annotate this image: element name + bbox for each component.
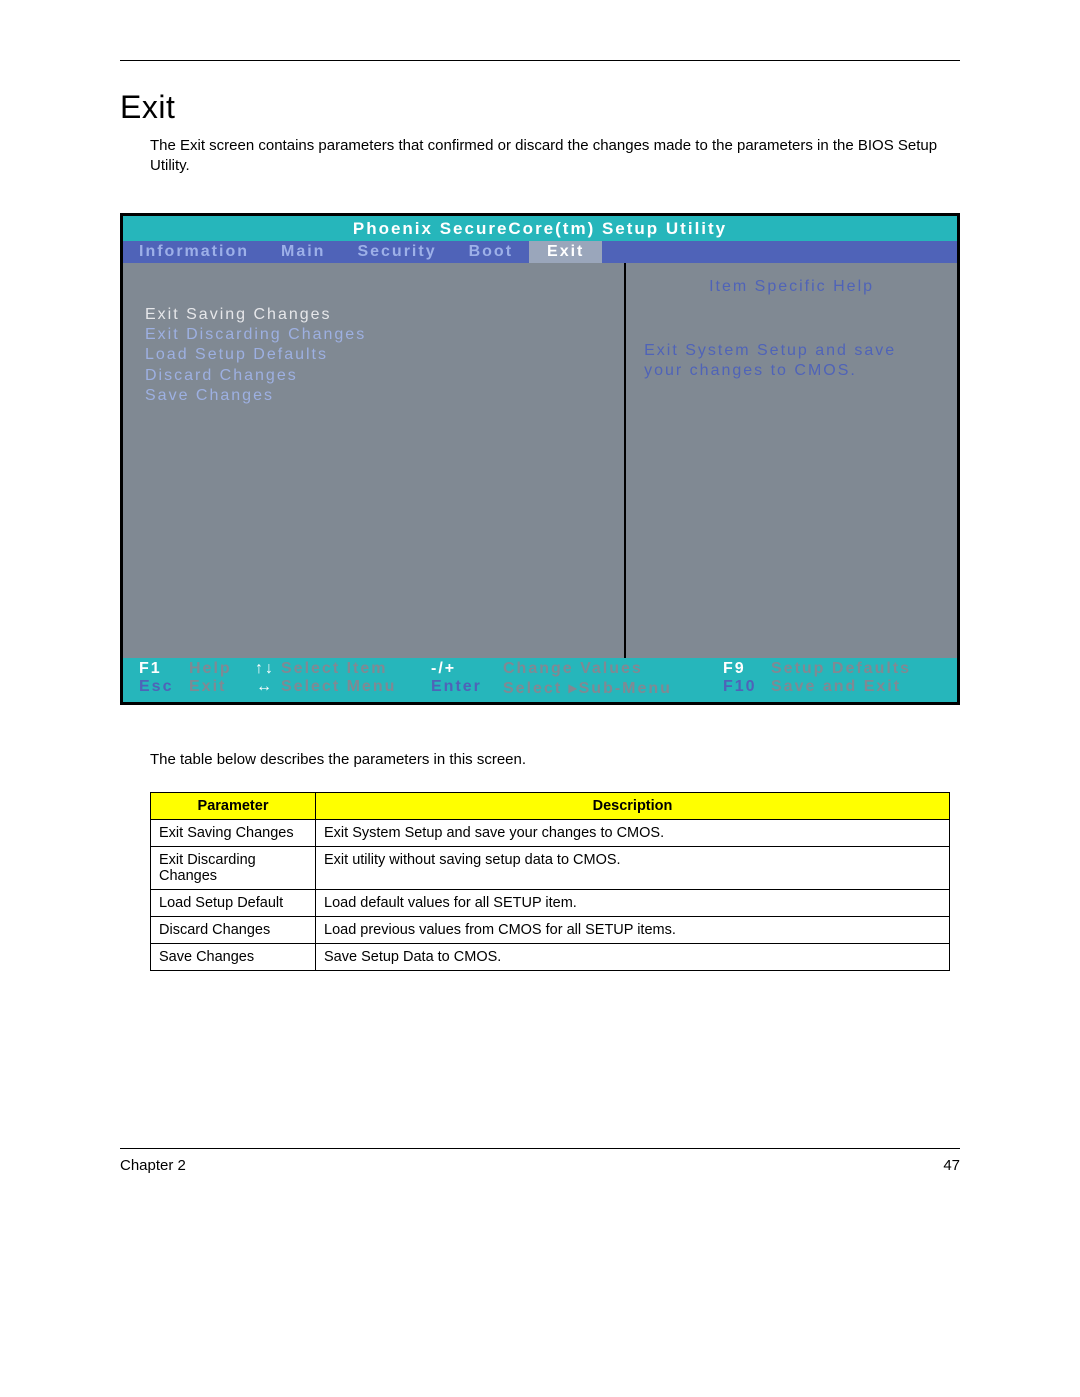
menu-item-exit-discarding[interactable]: Exit Discarding Changes — [145, 325, 602, 345]
action-exit: Exit — [189, 678, 249, 698]
page-footer: Chapter 2 47 — [120, 1148, 960, 1174]
menu-item-discard-changes[interactable]: Discard Changes — [145, 366, 602, 386]
help-body: Exit System Setup and save your changes … — [644, 341, 939, 382]
table-row: Discard ChangesLoad previous values from… — [151, 916, 950, 943]
action-select-submenu: Select ▸Sub-Menu — [503, 678, 723, 698]
action-change-values: Change Values — [503, 660, 723, 678]
table-row: Load Setup DefaultLoad default values fo… — [151, 889, 950, 916]
bottom-rule — [120, 1148, 960, 1149]
table-row: Exit Saving ChangesExit System Setup and… — [151, 819, 950, 846]
action-help: Help — [189, 660, 249, 678]
bios-tab-bar: Information Main Security Boot Exit — [123, 241, 957, 263]
bios-title: Phoenix SecureCore(tm) Setup Utility — [123, 216, 957, 241]
action-select-item: Select Item — [281, 660, 431, 678]
tab-main[interactable]: Main — [265, 241, 341, 263]
table-row: Exit Discarding ChangesExit utility with… — [151, 846, 950, 889]
intro-text: The Exit screen contains parameters that… — [150, 136, 960, 177]
th-description: Description — [316, 792, 950, 819]
help-title: Item Specific Help — [644, 277, 939, 297]
tab-security[interactable]: Security — [341, 241, 452, 263]
tab-boot[interactable]: Boot — [453, 241, 529, 263]
menu-item-load-defaults[interactable]: Load Setup Defaults — [145, 345, 602, 365]
arrow-leftright-icon: ↔ — [249, 678, 281, 698]
key-enter: Enter — [431, 678, 503, 698]
menu-item-exit-saving[interactable]: Exit Saving Changes — [145, 305, 602, 325]
bios-key-footer: F1 Help ↑↓ Select Item -/+ Change Values… — [123, 658, 957, 702]
table-intro: The table below describes the parameters… — [150, 751, 960, 768]
chapter-label: Chapter 2 — [120, 1157, 186, 1174]
action-select-menu: Select Menu — [281, 678, 431, 698]
key-f9: F9 — [723, 660, 771, 678]
action-setup-defaults: Setup Defaults — [771, 660, 941, 678]
arrow-updown-icon: ↑↓ — [249, 660, 281, 678]
key-f1: F1 — [139, 660, 189, 678]
bios-help-pane: Item Specific Help Exit System Setup and… — [626, 263, 957, 658]
key-plusminus: -/+ — [431, 660, 503, 678]
parameter-table: Parameter Description Exit Saving Change… — [150, 792, 950, 971]
page-number: 47 — [943, 1157, 960, 1174]
top-rule — [120, 60, 960, 61]
tab-exit[interactable]: Exit — [529, 241, 602, 263]
page-heading: Exit — [120, 89, 960, 126]
bios-menu-pane: Exit Saving Changes Exit Discarding Chan… — [123, 263, 626, 658]
th-parameter: Parameter — [151, 792, 316, 819]
action-save-exit: Save and Exit — [771, 678, 941, 698]
table-row: Save ChangesSave Setup Data to CMOS. — [151, 943, 950, 970]
key-esc: Esc — [139, 678, 189, 698]
menu-item-save-changes[interactable]: Save Changes — [145, 386, 602, 406]
key-f10: F10 — [723, 678, 771, 698]
bios-screenshot: Phoenix SecureCore(tm) Setup Utility Inf… — [120, 213, 960, 705]
tab-information[interactable]: Information — [123, 241, 265, 263]
